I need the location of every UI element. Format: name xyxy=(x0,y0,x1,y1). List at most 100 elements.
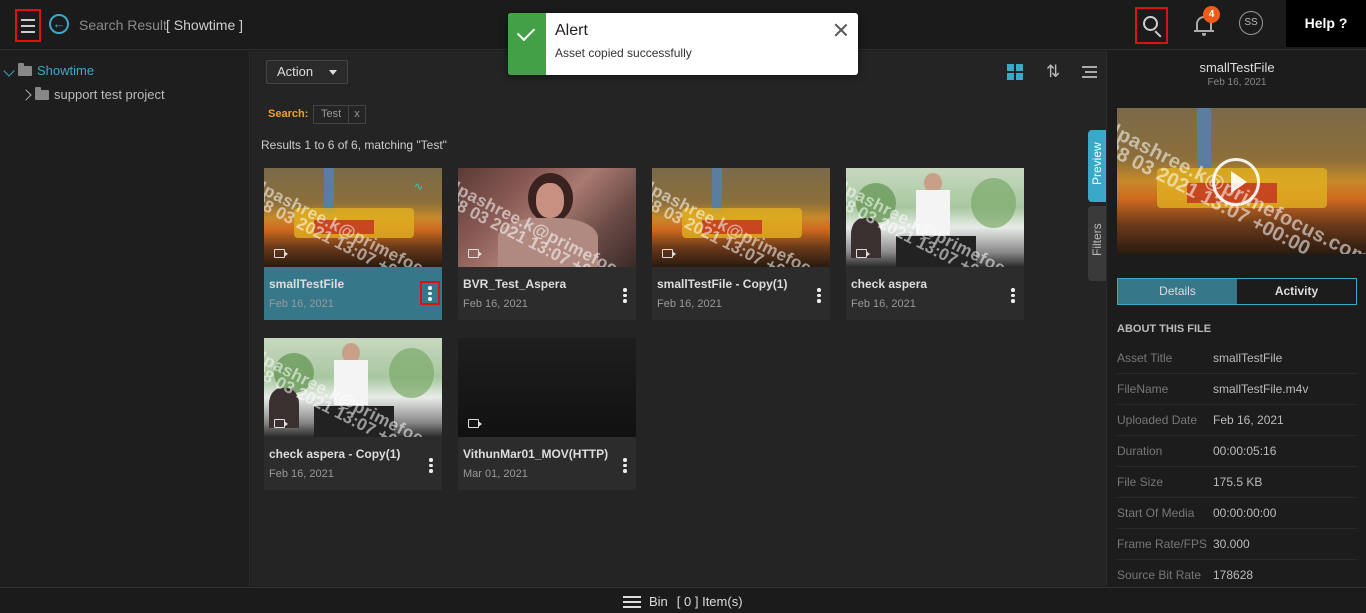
bin-label: Bin xyxy=(649,594,668,609)
meta-value: smallTestFile.m4v xyxy=(1213,382,1309,396)
meta-row: Frame Rate/FPS 30.000 xyxy=(1117,529,1357,560)
tree-item-label: support test project xyxy=(54,87,165,102)
preview-player[interactable]: ilpashree.k@primefocus.com 28 03 2021 13… xyxy=(1117,108,1366,254)
asset-card[interactable]: ilpashree.k@primefocus.com 28 03 2021 13… xyxy=(652,168,830,320)
grid-view-icon[interactable] xyxy=(1007,64,1024,81)
tree-item-support-test-project[interactable]: support test project xyxy=(20,86,165,102)
tab-filters[interactable]: Filters xyxy=(1088,206,1107,281)
meta-row: Uploaded Date Feb 16, 2021 xyxy=(1117,405,1357,436)
alert-title: Alert xyxy=(555,22,588,39)
tree-item-showtime[interactable]: Showtime xyxy=(3,62,94,78)
meta-key: Frame Rate/FPS xyxy=(1117,537,1208,551)
section-heading: ABOUT THIS FILE xyxy=(1117,323,1212,335)
menu-lines-icon xyxy=(623,595,641,608)
tab-preview[interactable]: Preview xyxy=(1088,130,1107,202)
meta-value: 178628 xyxy=(1213,568,1254,582)
meta-value: 00:00:00:00 xyxy=(1213,506,1277,520)
hamburger-icon[interactable] xyxy=(15,9,41,42)
more-options-icon[interactable] xyxy=(1003,283,1023,307)
breadcrumb-current: [ Showtime ] xyxy=(166,17,244,33)
asset-name: check aspera - Copy(1) xyxy=(269,447,401,461)
meta-row: File Size 175.5 KB xyxy=(1117,467,1357,498)
more-options-icon[interactable] xyxy=(809,283,829,307)
folder-icon xyxy=(35,86,49,100)
action-dropdown[interactable]: Action xyxy=(266,60,348,84)
back-arrow-icon[interactable]: ← xyxy=(49,14,69,34)
asset-card[interactable]: ilpashree.k@primefocus.com 28 03 2021 13… xyxy=(264,168,442,320)
more-options-icon[interactable] xyxy=(615,453,635,477)
close-icon[interactable] xyxy=(833,22,849,38)
details-title: smallTestFile xyxy=(1199,60,1275,75)
video-camera-icon xyxy=(468,419,479,428)
tab-preview-label: Preview xyxy=(1090,142,1104,185)
asset-card[interactable]: ilpashree.k@primefocus.com 28 03 2021 13… xyxy=(846,168,1024,320)
alert-message: Asset copied successfully xyxy=(555,46,692,60)
list-view-icon[interactable] xyxy=(1082,66,1097,79)
meta-row: FileName smallTestFile.m4v xyxy=(1117,374,1357,405)
help-button[interactable]: Help ? xyxy=(1286,0,1366,47)
more-options-icon[interactable] xyxy=(420,281,440,305)
meta-row: Start Of Media 00:00:00:00 xyxy=(1117,498,1357,529)
search-label: Search: xyxy=(268,108,309,120)
chevron-right-icon[interactable] xyxy=(20,88,32,101)
asset-card[interactable]: ilpashree.k@primefocus.com 28 03 2021 13… xyxy=(264,338,442,490)
more-options-icon[interactable] xyxy=(615,283,635,307)
asset-name: check aspera xyxy=(851,277,928,291)
meta-key: Start Of Media xyxy=(1117,506,1195,520)
asset-date: Feb 16, 2021 xyxy=(657,298,722,310)
meta-row: Asset Title smallTestFile xyxy=(1117,343,1357,374)
sort-icon[interactable]: ⇅ xyxy=(1046,63,1064,83)
play-icon[interactable] xyxy=(1212,158,1260,206)
meta-key: Duration xyxy=(1117,444,1163,458)
asset-thumbnail: ilpashree.k@primefocus.com 28 03 2021 13… xyxy=(264,338,442,437)
video-camera-icon xyxy=(468,249,479,258)
asset-name: BVR_Test_Aspera xyxy=(463,277,567,291)
details-panel: smallTestFile Feb 16, 2021 ilpashree.k@p… xyxy=(1106,51,1366,586)
meta-value: 175.5 KB xyxy=(1213,475,1263,489)
asset-name: smallTestFile - Copy(1) xyxy=(657,277,788,291)
asset-thumbnail xyxy=(458,338,636,437)
asset-thumbnail: ilpashree.k@primefocus.com 28 03 2021 13… xyxy=(264,168,442,267)
success-bar xyxy=(508,13,546,75)
asset-name: smallTestFile xyxy=(269,277,345,291)
bottom-bar: Bin [ 0 ] Item(s) xyxy=(0,587,1366,613)
tab-details[interactable]: Details xyxy=(1118,279,1237,304)
asset-thumbnail: ilpashree.k@primefocus.com 28 03 2021 13… xyxy=(846,168,1024,267)
meta-key: File Size xyxy=(1117,475,1164,489)
results-summary: Results 1 to 6 of 6, matching "Test" xyxy=(261,138,447,152)
asset-name: VithunMar01_MOV(HTTP) xyxy=(463,447,609,461)
asset-date: Feb 16, 2021 xyxy=(269,468,334,480)
tab-filters-label: Filters xyxy=(1090,223,1104,256)
alert-toast: Alert Asset copied successfully xyxy=(508,13,858,75)
remove-tag-button[interactable]: x xyxy=(349,106,365,123)
bin-toggle[interactable]: Bin [ 0 ] Item(s) xyxy=(623,594,743,609)
folder-icon xyxy=(18,62,32,76)
folder-tree: Showtime support test project xyxy=(0,51,250,586)
asset-card[interactable]: ilpashree.k@primefocus.com 28 03 2021 13… xyxy=(458,168,636,320)
meta-key: Source Bit Rate xyxy=(1117,568,1202,582)
meta-value: Feb 16, 2021 xyxy=(1213,413,1284,427)
meta-key: FileName xyxy=(1117,382,1169,396)
check-icon xyxy=(516,22,536,42)
chevron-down-icon[interactable] xyxy=(3,64,15,77)
meta-value: 00:00:05:16 xyxy=(1213,444,1277,458)
action-label: Action xyxy=(277,64,314,79)
bin-count: [ 0 ] Item(s) xyxy=(676,594,743,609)
asset-date: Feb 16, 2021 xyxy=(463,298,528,310)
video-camera-icon xyxy=(274,419,285,428)
meta-row: Duration 00:00:05:16 xyxy=(1117,436,1357,467)
tab-activity[interactable]: Activity xyxy=(1237,279,1356,304)
breadcrumb[interactable]: Search Result xyxy=(79,17,167,33)
asset-date: Feb 16, 2021 xyxy=(851,298,916,310)
meta-value: 30.000 xyxy=(1213,537,1250,551)
search-icon[interactable] xyxy=(1135,7,1168,44)
asset-card[interactable]: VithunMar01_MOV(HTTP) Mar 01, 2021 xyxy=(458,338,636,490)
main-content: Action ⇅ Search: Test x Results 1 to 6 o… xyxy=(251,51,1107,586)
user-avatar[interactable]: SS xyxy=(1239,11,1263,35)
details-date: Feb 16, 2021 xyxy=(1207,77,1267,88)
asset-date: Feb 16, 2021 xyxy=(269,298,334,310)
meta-row: Source Bit Rate 178628 xyxy=(1117,560,1357,586)
caret-down-icon xyxy=(329,70,337,75)
video-camera-icon xyxy=(662,249,673,258)
more-options-icon[interactable] xyxy=(421,453,441,477)
